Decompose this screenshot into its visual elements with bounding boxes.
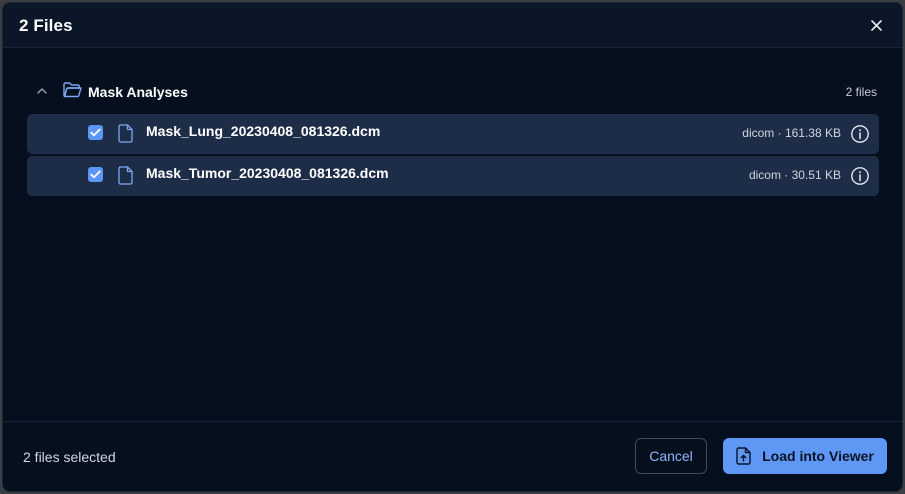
dialog-footer: 2 files selected Cancel Load into Viewer bbox=[3, 421, 902, 491]
group-header-mask-analyses[interactable]: Mask Analyses 2 files bbox=[27, 79, 879, 105]
file-row[interactable]: Mask_Tumor_20230408_081326.dcm dicom · 3… bbox=[27, 156, 879, 196]
cancel-button[interactable]: Cancel bbox=[635, 438, 707, 474]
file-checkbox[interactable] bbox=[88, 167, 103, 182]
checkmark-icon bbox=[90, 170, 101, 179]
load-into-viewer-button[interactable]: Load into Viewer bbox=[723, 438, 887, 474]
file-dialog: 2 Files Mask Analyses 2 files Mask_Lung_… bbox=[2, 2, 903, 492]
info-icon[interactable] bbox=[850, 166, 870, 186]
file-icon bbox=[118, 166, 133, 185]
group-file-count: 2 files bbox=[845, 85, 877, 99]
file-meta: dicom · 30.51 KB bbox=[748, 168, 841, 182]
selected-count: 2 files selected bbox=[23, 449, 116, 465]
file-name: Mask_Lung_20230408_081326.dcm bbox=[146, 123, 381, 139]
dialog-header: 2 Files bbox=[3, 3, 902, 48]
group-name: Mask Analyses bbox=[88, 84, 188, 100]
file-name: Mask_Tumor_20230408_081326.dcm bbox=[146, 165, 389, 181]
file-meta: dicom · 161.38 KB bbox=[742, 126, 841, 140]
load-button-label: Load into Viewer bbox=[762, 448, 874, 464]
folder-open-icon bbox=[63, 82, 82, 98]
close-icon bbox=[870, 19, 882, 31]
checkmark-icon bbox=[90, 128, 101, 137]
dialog-title: 2 Files bbox=[19, 16, 73, 35]
file-row[interactable]: Mask_Lung_20230408_081326.dcm dicom · 16… bbox=[27, 114, 879, 154]
file-icon bbox=[118, 124, 133, 143]
chevron-up-icon[interactable] bbox=[35, 84, 49, 98]
info-icon[interactable] bbox=[850, 124, 870, 144]
close-button[interactable] bbox=[868, 17, 884, 33]
file-upload-icon bbox=[736, 447, 751, 465]
file-checkbox[interactable] bbox=[88, 125, 103, 140]
cancel-button-label: Cancel bbox=[649, 448, 693, 464]
